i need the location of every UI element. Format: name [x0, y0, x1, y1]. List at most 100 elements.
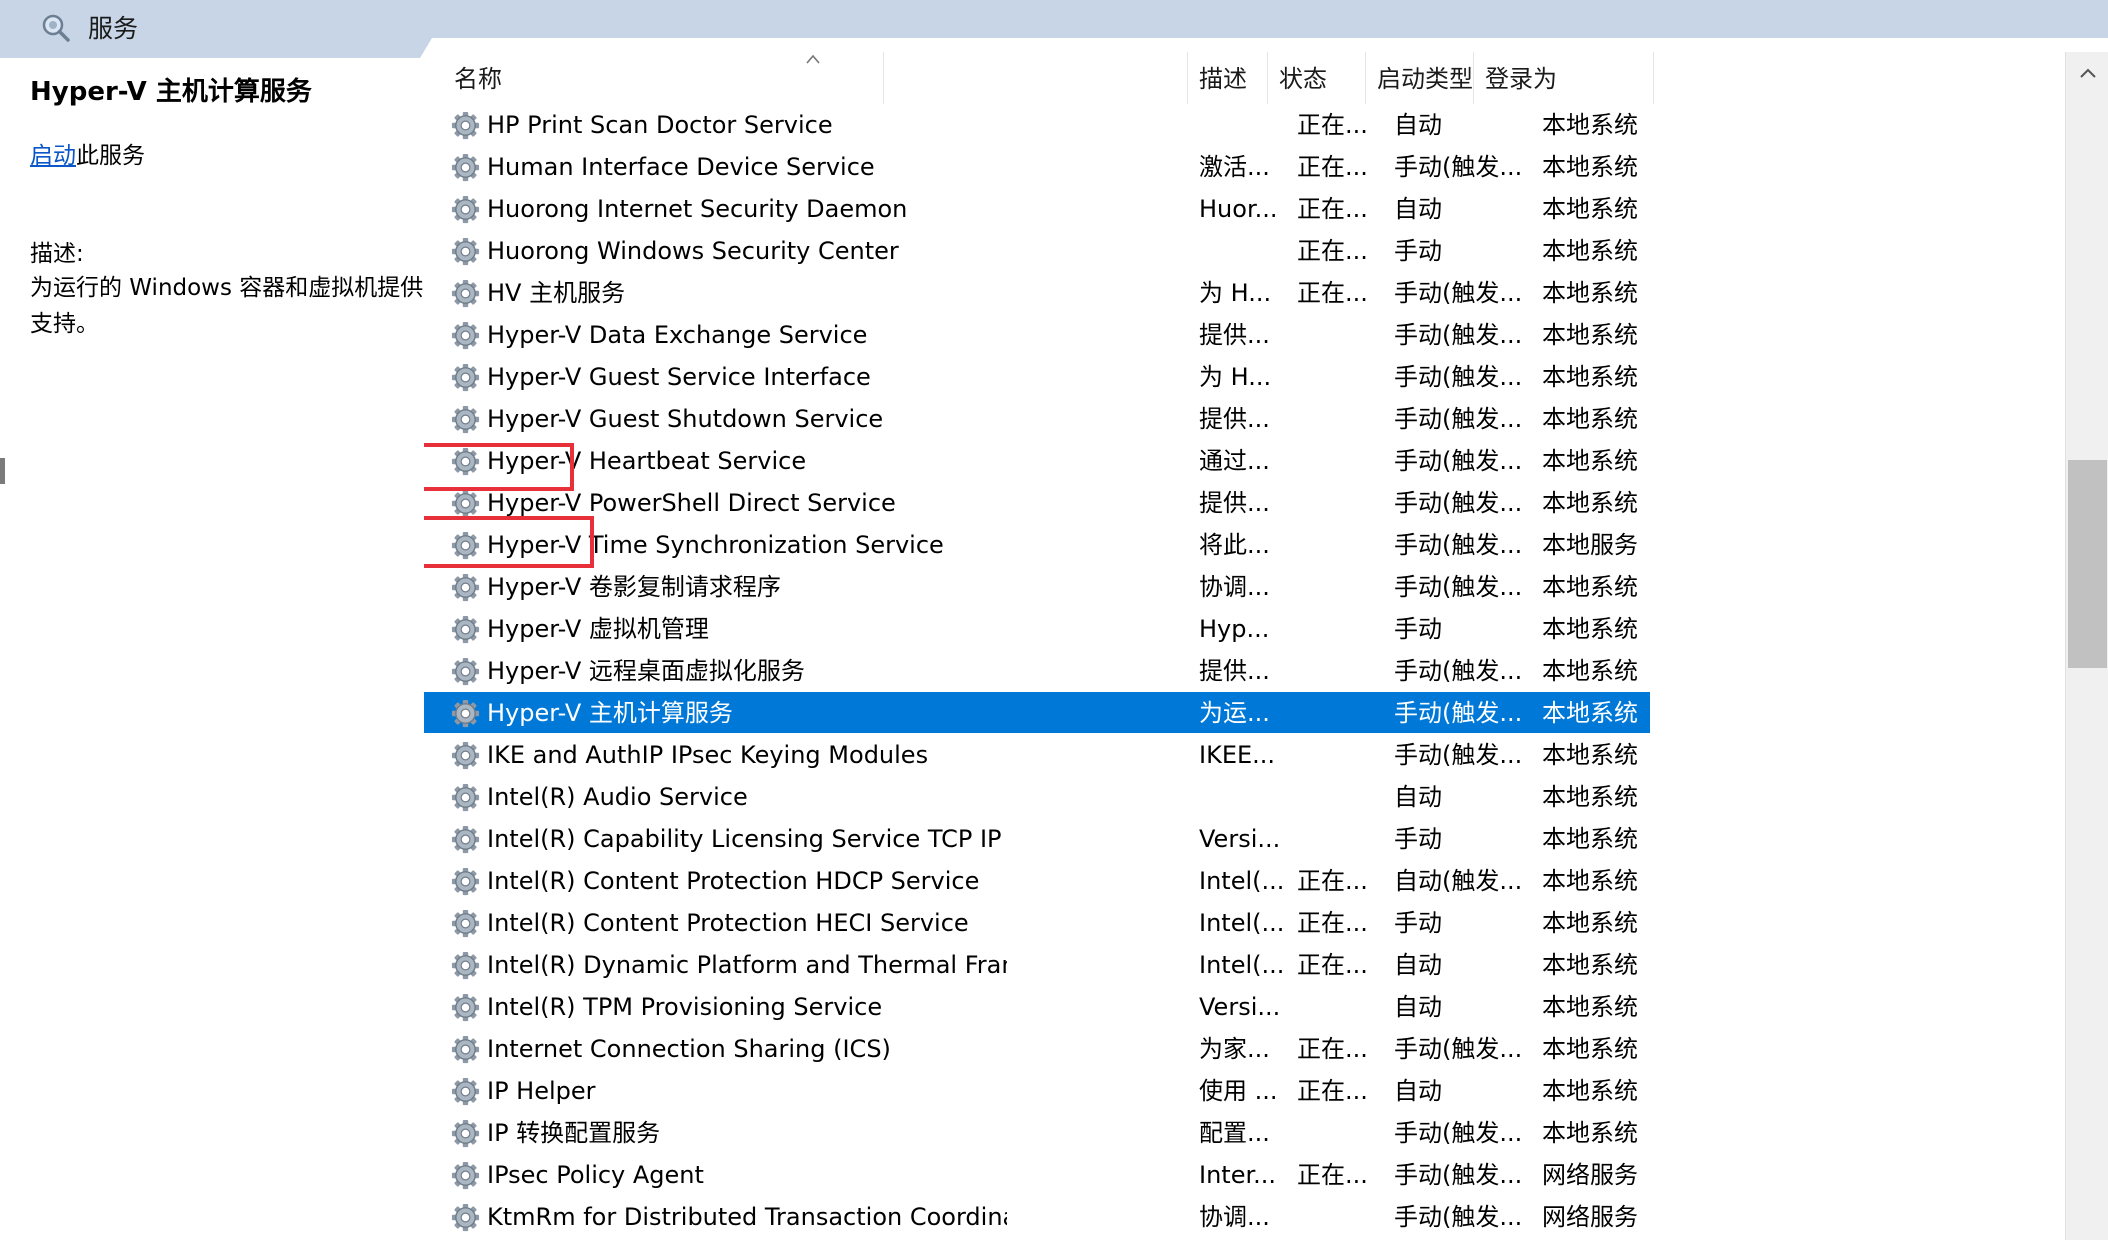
service-startup-type: 手动(触发... [1394, 1161, 1523, 1189]
column-logon-as-label: 登录为 [1485, 65, 1557, 93]
service-row[interactable]: Intel(R) TPM Provisioning Service Versi..… [424, 986, 1650, 1027]
service-startup-type: 手动(触发... [1394, 531, 1523, 559]
services-search-icon [42, 14, 70, 42]
service-startup-type: 手动(触发... [1394, 405, 1523, 433]
service-name: HV 主机服务 [487, 279, 626, 307]
scroll-up-icon[interactable] [2078, 66, 2098, 80]
service-name: Hyper-V Guest Shutdown Service [487, 405, 884, 433]
service-row[interactable]: Hyper-V 远程桌面虚拟化服务 提供... 手动(触发... 本地系统 [424, 650, 1650, 691]
service-logon-as: 本地系统 [1542, 153, 1638, 181]
service-gear-icon [450, 572, 481, 603]
service-logon-as: 本地系统 [1542, 909, 1638, 937]
service-startup-type: 自动 [1394, 195, 1442, 223]
service-startup-type: 手动(触发... [1394, 1203, 1523, 1231]
service-row[interactable]: Hyper-V Guest Service Interface 为 H... 手动(… [424, 356, 1650, 397]
service-row[interactable]: Hyper-V 主机计算服务 为运... 手动(触发... 本地系统 [424, 692, 1650, 733]
column-startup-type-label: 启动类型 [1377, 65, 1473, 93]
service-row[interactable]: KtmRm for Distributed Transaction Coordi… [424, 1196, 1650, 1237]
service-name: KtmRm for Distributed Transaction Coordi… [487, 1203, 1007, 1231]
service-row[interactable]: IPsec Policy Agent Inter... 正在... 手动(触发... 网… [424, 1154, 1650, 1195]
service-row[interactable]: IKE and AuthIP IPsec Keying Modules IKEE.… [424, 734, 1650, 775]
service-gear-icon [450, 404, 481, 435]
service-description: 提供... [1199, 405, 1270, 433]
sort-ascending-icon [806, 54, 820, 64]
service-row[interactable]: IP Helper 使用 ... 正在... 自动 本地系统 [424, 1070, 1650, 1111]
start-service-line: 启动此服务 [30, 136, 145, 176]
service-startup-type: 手动(触发... [1394, 153, 1523, 181]
service-startup-type: 自动 [1394, 111, 1442, 139]
service-description: 协调... [1199, 1203, 1270, 1231]
service-startup-type: 手动(触发... [1394, 279, 1523, 307]
service-startup-type: 手动(触发... [1394, 321, 1523, 349]
service-row[interactable]: IP 转换配置服务 配置... 手动(触发... 本地系统 [424, 1112, 1650, 1153]
service-logon-as: 本地系统 [1542, 783, 1638, 811]
service-gear-icon [450, 488, 481, 519]
column-description[interactable]: 描述 [1188, 52, 1268, 104]
service-logon-as: 本地系统 [1542, 573, 1638, 601]
service-status [1297, 776, 1387, 818]
annotation-box-vm-management [424, 443, 574, 491]
service-status: 正在... [1297, 951, 1368, 979]
service-logon-as: 网络服务 [1542, 1203, 1638, 1231]
service-row[interactable]: Intel(R) Content Protection HECI Service… [424, 902, 1650, 943]
service-logon-as: 本地系统 [1542, 615, 1638, 643]
scrollbar-thumb[interactable] [2068, 460, 2107, 668]
service-row[interactable]: Intel(R) Dynamic Platform and Thermal Fr… [424, 944, 1650, 985]
column-startup-type[interactable]: 启动类型 [1366, 52, 1474, 104]
service-logon-as: 本地系统 [1542, 1119, 1638, 1147]
start-service-link[interactable]: 启动 [30, 143, 76, 169]
service-description: 提供... [1199, 657, 1270, 685]
service-row[interactable]: Human Interface Device Service 激活... 正在...… [424, 146, 1650, 187]
service-description: 使用 ... [1199, 1077, 1278, 1105]
service-row[interactable]: Hyper-V PowerShell Direct Service 提供... 手动… [424, 482, 1650, 523]
service-row[interactable]: Huorong Windows Security Center 正在... 手动 本地… [424, 230, 1650, 271]
service-gear-icon [450, 740, 481, 771]
service-row[interactable]: Hyper-V Data Exchange Service 提供... 手动(触发.… [424, 314, 1650, 355]
service-row[interactable]: HP Print Scan Doctor Service 正在... 自动 本地系统 [424, 104, 1650, 145]
service-startup-type: 手动 [1394, 909, 1442, 937]
service-gear-icon [450, 656, 481, 687]
service-status [1297, 398, 1387, 440]
service-row[interactable]: Huorong Internet Security Daemon Huor... 正… [424, 188, 1650, 229]
service-startup-type: 手动 [1394, 615, 1442, 643]
service-startup-type: 自动(触发... [1394, 867, 1523, 895]
service-logon-as: 本地系统 [1542, 237, 1638, 265]
service-row[interactable]: Hyper-V Heartbeat Service 通过... 手动(触发... 本地… [424, 440, 1650, 481]
service-status [1297, 818, 1387, 860]
service-description: 激活... [1199, 153, 1270, 181]
service-description: 为家... [1199, 1035, 1270, 1063]
window-header: 服务 [0, 0, 2108, 59]
service-description: IKEE... [1199, 741, 1276, 769]
service-row[interactable]: Intel(R) Capability Licensing Service TC… [424, 818, 1650, 859]
service-row[interactable]: Hyper-V Time Synchronization Service 将此..… [424, 524, 1650, 565]
column-logon-as[interactable]: 登录为 [1474, 52, 1654, 104]
service-description: 提供... [1199, 489, 1270, 517]
service-row[interactable]: Hyper-V 虚拟机管理 Hyp... 手动 本地系统 [424, 608, 1650, 649]
service-description: Intel(... [1199, 951, 1285, 979]
service-row[interactable]: Hyper-V 卷影复制请求程序 协调... 手动(触发... 本地系统 [424, 566, 1650, 607]
service-startup-type: 手动 [1394, 237, 1442, 265]
service-startup-type: 手动(触发... [1394, 1035, 1523, 1063]
column-header: 名称 描述 状态 启动类型 登录为 [424, 52, 2065, 104]
header-divider-shape [0, 38, 2108, 58]
service-row[interactable]: Internet Connection Sharing (ICS) 为家... 正在… [424, 1028, 1650, 1069]
left-edge [0, 58, 19, 1240]
service-row[interactable]: Hyper-V Guest Shutdown Service 提供... 手动(触发… [424, 398, 1650, 439]
service-row[interactable]: Intel(R) Content Protection HDCP Service… [424, 860, 1650, 901]
service-name: IKE and AuthIP IPsec Keying Modules [487, 741, 929, 769]
service-description: Huor... [1199, 195, 1278, 223]
service-description: 将此... [1199, 531, 1270, 559]
service-gear-icon [450, 152, 481, 183]
service-row[interactable]: Intel(R) Audio Service 自动 本地系统 [424, 776, 1650, 817]
service-status: 正在... [1297, 1077, 1368, 1105]
column-status[interactable]: 状态 [1268, 52, 1366, 104]
service-logon-as: 本地系统 [1542, 195, 1638, 223]
service-status [1297, 482, 1387, 524]
service-description: Intel(... [1199, 867, 1285, 895]
service-row[interactable]: HV 主机服务 为 H... 正在... 手动(触发... 本地系统 [424, 272, 1650, 313]
service-name: Internet Connection Sharing (ICS) [487, 1035, 891, 1063]
service-gear-icon [450, 698, 481, 729]
service-status [1297, 986, 1387, 1028]
vertical-scrollbar[interactable] [2065, 52, 2108, 1240]
service-status: 正在... [1297, 195, 1368, 223]
